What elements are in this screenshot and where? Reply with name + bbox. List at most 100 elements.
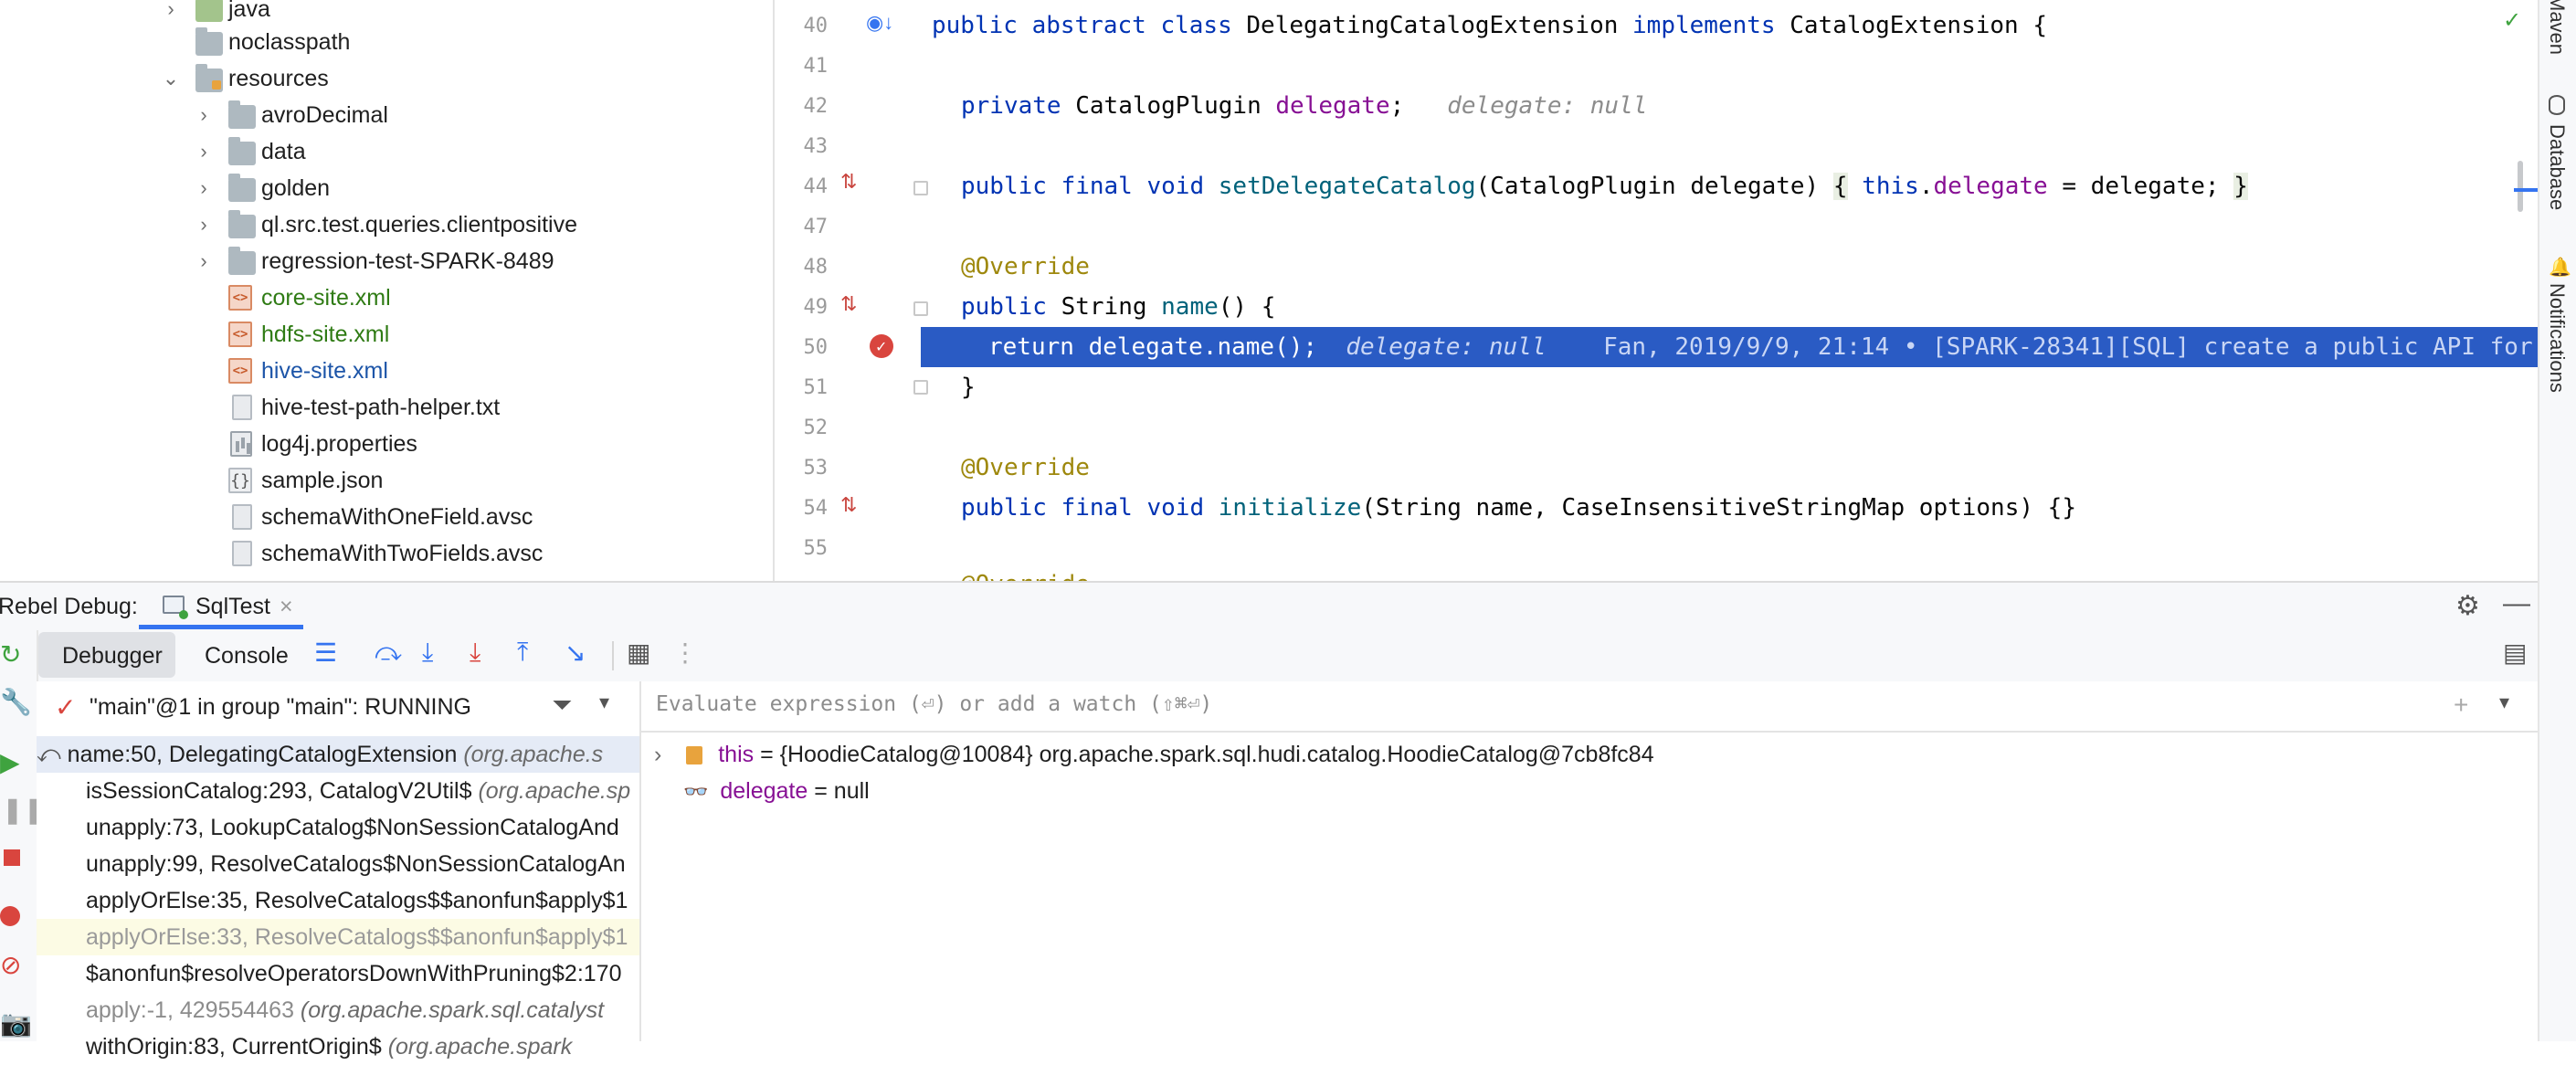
chevron-right-icon[interactable]: › bbox=[157, 0, 185, 23]
tree-item-regression-test[interactable]: › regression-test-SPARK-8489 bbox=[0, 243, 773, 279]
inspection-ok-icon[interactable]: ✓ bbox=[2503, 7, 2521, 34]
stack-frame[interactable]: withOrigin:83, CurrentOrigin$ (org.apach… bbox=[37, 1028, 639, 1065]
implementation-icon[interactable]: ◉↓ bbox=[866, 11, 893, 35]
close-icon[interactable]: × bbox=[280, 594, 293, 620]
editor-scrollbar[interactable] bbox=[2518, 161, 2523, 212]
tree-item-hdfs-site[interactable]: <> hdfs-site.xml bbox=[0, 316, 773, 353]
fold-icon[interactable] bbox=[913, 181, 928, 195]
frame-method: unapply:99, ResolveCatalogs$NonSessionCa… bbox=[86, 851, 626, 877]
stack-frame[interactable]: unapply:99, ResolveCatalogs$NonSessionCa… bbox=[37, 846, 639, 882]
mute-breakpoints-icon[interactable]: ⊘ bbox=[0, 950, 21, 980]
variable-value: = null bbox=[808, 778, 870, 804]
stack-frame[interactable]: applyOrElse:33, ResolveCatalogs$$anonfun… bbox=[37, 919, 639, 955]
fold-icon[interactable] bbox=[913, 301, 928, 316]
code-token: name bbox=[1161, 293, 1219, 321]
override-marker-icon[interactable]: ⇅ bbox=[840, 292, 857, 316]
json-file-icon: {} bbox=[228, 468, 252, 493]
step-into-icon[interactable]: ⤓ bbox=[422, 638, 433, 668]
tree-item-noclasspath[interactable]: noclasspath bbox=[0, 24, 773, 60]
minimize-icon[interactable]: — bbox=[2503, 588, 2530, 619]
variable-row-delegate[interactable]: 👓 delegate = null bbox=[641, 773, 870, 809]
tree-item-schema-two[interactable]: schemaWithTwoFields.avsc bbox=[0, 535, 773, 572]
code-line-55[interactable]: @Override bbox=[961, 564, 1090, 581]
chevron-right-icon[interactable]: › bbox=[190, 138, 217, 165]
threads-view-icon[interactable]: ☰ bbox=[314, 638, 337, 668]
text-file-icon bbox=[232, 395, 252, 420]
tree-item-golden[interactable]: › golden bbox=[0, 170, 773, 206]
stack-frame[interactable]: apply:-1, 429554463 (org.apache.spark.sq… bbox=[37, 992, 639, 1028]
chevron-right-icon[interactable]: › bbox=[190, 174, 217, 202]
evaluate-expression-input[interactable]: Evaluate expression (⏎) or add a watch (… bbox=[656, 692, 1212, 716]
tree-item-hive-test-path[interactable]: hive-test-path-helper.txt bbox=[0, 389, 773, 426]
line-number: 43 bbox=[803, 135, 829, 158]
code-line-54[interactable]: public final void initialize(String name… bbox=[961, 488, 2076, 528]
code-line-49[interactable]: public String name() { bbox=[961, 287, 1275, 327]
code-line-53[interactable]: @Override bbox=[961, 448, 1090, 488]
filter-icon[interactable]: ⏷ bbox=[552, 691, 572, 721]
tree-item-avrodecimal[interactable]: › avroDecimal bbox=[0, 97, 773, 133]
chevron-down-icon[interactable]: ▾ bbox=[599, 691, 609, 714]
evaluate-icon[interactable]: ▦ bbox=[627, 638, 650, 668]
database-icon bbox=[2549, 95, 2565, 115]
notifications-tool-button[interactable]: Notifications bbox=[2545, 283, 2569, 393]
stack-frame[interactable]: isSessionCatalog:293, CatalogV2Util$ (or… bbox=[37, 773, 639, 809]
frame-package: (org.apache.sp bbox=[478, 778, 631, 804]
chevron-right-icon[interactable]: › bbox=[641, 742, 661, 767]
chevron-down-icon[interactable]: ▾ bbox=[2499, 691, 2509, 714]
trace-icon[interactable]: ⋮ bbox=[672, 638, 698, 668]
code-token: } bbox=[2233, 173, 2248, 200]
step-out-icon[interactable]: ⤒ bbox=[517, 638, 528, 668]
resume-icon[interactable]: ▶ bbox=[0, 747, 20, 777]
thread-selector[interactable]: "main"@1 in group "main": RUNNING bbox=[90, 694, 471, 721]
chevron-right-icon[interactable]: › bbox=[190, 211, 217, 238]
tree-item-schema-one[interactable]: schemaWithOneField.avsc bbox=[0, 499, 773, 535]
code-token: public bbox=[961, 293, 1047, 321]
step-over-icon[interactable]: ⤼ bbox=[375, 638, 402, 668]
view-breakpoints-icon[interactable] bbox=[0, 906, 20, 926]
override-marker-icon[interactable]: ⇅ bbox=[840, 170, 857, 194]
tree-item-hive-site[interactable]: <> hive-site.xml bbox=[0, 353, 773, 389]
frame-method: isSessionCatalog:293, CatalogV2Util$ bbox=[86, 778, 472, 804]
code-line-51[interactable]: } bbox=[961, 367, 976, 407]
stack-frame[interactable]: applyOrElse:35, ResolveCatalogs$$anonfun… bbox=[37, 882, 639, 919]
session-tab-label[interactable]: SqlTest bbox=[195, 594, 270, 620]
code-line-40[interactable]: public abstract class DelegatingCatalogE… bbox=[932, 5, 2047, 46]
tree-item-data[interactable]: › data bbox=[0, 133, 773, 170]
chevron-right-icon[interactable]: › bbox=[190, 248, 217, 275]
stack-frame[interactable]: unapply:73, LookupCatalog$NonSessionCata… bbox=[37, 809, 639, 846]
tree-item-log4j[interactable]: log4j.properties bbox=[0, 426, 773, 462]
camera-icon[interactable]: 📷 bbox=[0, 1008, 32, 1039]
code-line-42[interactable]: private CatalogPlugin delegate; delegate… bbox=[961, 86, 1647, 126]
rerun-icon[interactable]: ↻ bbox=[0, 639, 21, 670]
tree-item-resources[interactable]: ⌄ resources bbox=[0, 60, 773, 97]
tab-console[interactable]: Console bbox=[205, 643, 289, 670]
variable-row-this[interactable]: › this = {HoodieCatalog@10084} org.apach… bbox=[641, 736, 1654, 773]
stop-icon[interactable] bbox=[4, 849, 20, 866]
tree-item-core-site[interactable]: <> core-site.xml bbox=[0, 279, 773, 316]
tab-debugger-label: Debugger bbox=[62, 643, 163, 669]
code-line-50[interactable]: return delegate.name(); delegate: null F… bbox=[988, 327, 2533, 367]
stack-frame[interactable]: ⤺ name:50, DelegatingCatalogExtension (o… bbox=[37, 736, 639, 773]
force-step-into-icon[interactable]: ⤓ bbox=[470, 638, 480, 668]
frame-method: $anonfun$resolveOperatorsDownWithPruning… bbox=[86, 961, 622, 986]
tree-item-label: resources bbox=[228, 65, 329, 91]
chevron-down-icon[interactable]: ⌄ bbox=[157, 65, 185, 92]
layout-icon[interactable]: ▤ bbox=[2503, 638, 2527, 668]
run-to-cursor-icon[interactable]: ↘ bbox=[565, 638, 586, 668]
tree-item-ql-src-test[interactable]: › ql.src.test.queries.clientpositive bbox=[0, 206, 773, 243]
code-token: private bbox=[961, 92, 1061, 120]
tree-item-sample-json[interactable]: {} sample.json bbox=[0, 462, 773, 499]
fold-icon[interactable] bbox=[913, 380, 928, 395]
maven-tool-button[interactable]: Maven bbox=[2545, 0, 2569, 55]
database-tool-button[interactable]: Database bbox=[2545, 124, 2569, 210]
code-line-48[interactable]: @Override bbox=[961, 247, 1090, 287]
add-watch-icon[interactable]: + bbox=[2454, 691, 2468, 720]
wrench-icon[interactable]: 🔧 bbox=[0, 687, 32, 717]
override-marker-icon[interactable]: ⇅ bbox=[840, 493, 857, 517]
gear-icon[interactable]: ⚙ bbox=[2455, 590, 2480, 622]
code-token: () { bbox=[1218, 293, 1276, 321]
chevron-right-icon[interactable]: › bbox=[190, 101, 217, 129]
code-line-44[interactable]: public final void setDelegateCatalog(Cat… bbox=[961, 166, 2248, 206]
stack-frame[interactable]: $anonfun$resolveOperatorsDownWithPruning… bbox=[37, 955, 639, 992]
frame-method: apply:-1, 429554463 bbox=[86, 997, 294, 1023]
